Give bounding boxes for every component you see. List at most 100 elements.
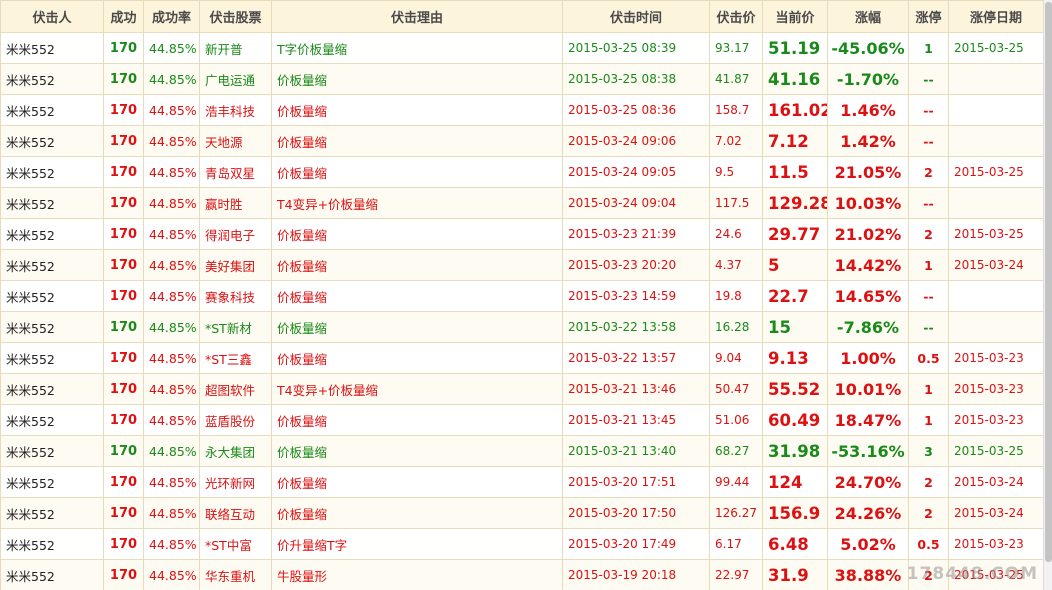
cell-success-rate: 44.85%	[143, 311, 200, 343]
cell-change: -1.70%	[827, 63, 909, 95]
cell-success-rate: 44.85%	[143, 404, 200, 436]
vertical-scrollbar[interactable]	[1043, 0, 1052, 590]
cell-ambush-price: 158.7	[709, 94, 763, 126]
cell-current-price: 124	[762, 466, 828, 498]
cell-stock[interactable]: *ST三鑫	[199, 342, 272, 374]
cell-user[interactable]: 米米552	[0, 466, 104, 498]
cell-time: 2015-03-23 14:59	[562, 280, 710, 312]
cell-stock[interactable]: 光环新网	[199, 466, 272, 498]
cell-stock[interactable]: 新开普	[199, 32, 272, 64]
table-row[interactable]: 米米552 170 44.85% 美好集团 价板量缩 2015-03-23 20:20 4.…	[0, 249, 1044, 281]
cell-limit-up-date: 2015-03-23	[948, 528, 1044, 560]
cell-user[interactable]: 米米552	[0, 187, 104, 219]
scrollbar-thumb[interactable]	[1045, 2, 1052, 562]
cell-stock[interactable]: 超图软件	[199, 373, 272, 405]
cell-success-count: 170	[103, 373, 144, 405]
header-limit-up-date[interactable]: 涨停日期	[948, 0, 1044, 33]
cell-time: 2015-03-24 09:06	[562, 125, 710, 157]
cell-change: -45.06%	[827, 32, 909, 64]
cell-stock[interactable]: *ST新材	[199, 311, 272, 343]
cell-stock[interactable]: 得润电子	[199, 218, 272, 250]
table-row[interactable]: 米米552 170 44.85% 蓝盾股份 价板量缩 2015-03-21 13:45 51…	[0, 404, 1044, 436]
cell-stock[interactable]: 美好集团	[199, 249, 272, 281]
table-row[interactable]: 米米552 170 44.85% 赢时胜 T4变异+价板量缩 2015-03-24 09:…	[0, 187, 1044, 219]
table-row[interactable]: 米米552 170 44.85% 天地源 价板量缩 2015-03-24 09:06 7.0…	[0, 125, 1044, 157]
cell-stock[interactable]: 永大集团	[199, 435, 272, 467]
cell-success-rate: 44.85%	[143, 373, 200, 405]
header-change[interactable]: 涨幅	[827, 0, 909, 33]
cell-current-price: 161.02	[762, 94, 828, 126]
ambush-records-table: 伏击人 成功 成功率 伏击股票 伏击理由 伏击时间 伏击价 当前价 涨幅 涨停 …	[0, 0, 1044, 590]
header-success[interactable]: 成功	[103, 0, 144, 33]
cell-change: 21.02%	[827, 218, 909, 250]
table-row[interactable]: 米米552 170 44.85% 青岛双星 价板量缩 2015-03-24 09:05 9.…	[0, 156, 1044, 188]
table-row[interactable]: 米米552 170 44.85% 广电运通 价板量缩 2015-03-25 08:38 41…	[0, 63, 1044, 95]
cell-stock[interactable]: 联络互动	[199, 497, 272, 529]
cell-stock[interactable]: 浩丰科技	[199, 94, 272, 126]
cell-time: 2015-03-21 13:40	[562, 435, 710, 467]
cell-change: 38.88%	[827, 559, 909, 590]
cell-stock[interactable]: 蓝盾股份	[199, 404, 272, 436]
table-row[interactable]: 米米552 170 44.85% 浩丰科技 价板量缩 2015-03-25 08:36 15…	[0, 94, 1044, 126]
table-row[interactable]: 米米552 170 44.85% 得润电子 价板量缩 2015-03-23 21:39 24…	[0, 218, 1044, 250]
cell-limit-up: --	[908, 125, 949, 157]
cell-current-price: 6.48	[762, 528, 828, 560]
table-row[interactable]: 米米552 170 44.85% *ST三鑫 价板量缩 2015-03-22 13:57 9…	[0, 342, 1044, 374]
cell-change: 21.05%	[827, 156, 909, 188]
cell-change: 5.02%	[827, 528, 909, 560]
cell-change: 10.01%	[827, 373, 909, 405]
cell-reason: 价板量缩	[271, 125, 563, 157]
table-row[interactable]: 米米552 170 44.85% *ST中富 价升量缩T字 2015-03-20 17:4…	[0, 528, 1044, 560]
cell-current-price: 7.12	[762, 125, 828, 157]
cell-user[interactable]: 米米552	[0, 32, 104, 64]
cell-user[interactable]: 米米552	[0, 249, 104, 281]
header-time[interactable]: 伏击时间	[562, 0, 710, 33]
cell-reason: T4变异+价板量缩	[271, 373, 563, 405]
cell-user[interactable]: 米米552	[0, 125, 104, 157]
table-row[interactable]: 米米552 170 44.85% 光环新网 价板量缩 2015-03-20 17:51 99…	[0, 466, 1044, 498]
header-ambush-price[interactable]: 伏击价	[709, 0, 763, 33]
cell-user[interactable]: 米米552	[0, 280, 104, 312]
cell-user[interactable]: 米米552	[0, 218, 104, 250]
cell-user[interactable]: 米米552	[0, 497, 104, 529]
cell-user[interactable]: 米米552	[0, 528, 104, 560]
header-current-price[interactable]: 当前价	[762, 0, 828, 33]
cell-change: -7.86%	[827, 311, 909, 343]
cell-success-rate: 44.85%	[143, 63, 200, 95]
cell-user[interactable]: 米米552	[0, 94, 104, 126]
table-row[interactable]: 米米552 170 44.85% *ST新材 价板量缩 2015-03-22 13:58 1…	[0, 311, 1044, 343]
table-row[interactable]: 米米552 170 44.85% 永大集团 价板量缩 2015-03-21 13:40 68…	[0, 435, 1044, 467]
cell-stock[interactable]: 华东重机	[199, 559, 272, 590]
table-row[interactable]: 米米552 170 44.85% 新开普 T字价板量缩 2015-03-25 08:39 9…	[0, 32, 1044, 64]
cell-stock[interactable]: 天地源	[199, 125, 272, 157]
cell-stock[interactable]: 广电运通	[199, 63, 272, 95]
header-user[interactable]: 伏击人	[0, 0, 104, 33]
cell-user[interactable]: 米米552	[0, 342, 104, 374]
cell-reason: 价板量缩	[271, 466, 563, 498]
cell-user[interactable]: 米米552	[0, 435, 104, 467]
table-row[interactable]: 米米552 170 44.85% 联络互动 价板量缩 2015-03-20 17:50 12…	[0, 497, 1044, 529]
header-limit-up[interactable]: 涨停	[908, 0, 949, 33]
cell-user[interactable]: 米米552	[0, 156, 104, 188]
cell-limit-up-date: 2015-03-24	[948, 497, 1044, 529]
table-row[interactable]: 米米552 170 44.85% 华东重机 牛股量形 2015-03-19 20:18 22…	[0, 559, 1044, 590]
cell-user[interactable]: 米米552	[0, 63, 104, 95]
header-success-rate[interactable]: 成功率	[143, 0, 200, 33]
cell-change: 18.47%	[827, 404, 909, 436]
cell-user[interactable]: 米米552	[0, 404, 104, 436]
cell-stock[interactable]: *ST中富	[199, 528, 272, 560]
cell-success-rate: 44.85%	[143, 218, 200, 250]
cell-user[interactable]: 米米552	[0, 559, 104, 590]
cell-user[interactable]: 米米552	[0, 373, 104, 405]
cell-stock[interactable]: 赢时胜	[199, 187, 272, 219]
cell-ambush-price: 4.37	[709, 249, 763, 281]
cell-current-price: 9.13	[762, 342, 828, 374]
cell-user[interactable]: 米米552	[0, 311, 104, 343]
header-reason[interactable]: 伏击理由	[271, 0, 563, 33]
header-stock[interactable]: 伏击股票	[199, 0, 272, 33]
cell-limit-up-date: 2015-03-23	[948, 342, 1044, 374]
table-row[interactable]: 米米552 170 44.85% 超图软件 T4变异+价板量缩 2015-03-21 13…	[0, 373, 1044, 405]
table-row[interactable]: 米米552 170 44.85% 赛象科技 价板量缩 2015-03-23 14:59 19…	[0, 280, 1044, 312]
cell-stock[interactable]: 青岛双星	[199, 156, 272, 188]
cell-stock[interactable]: 赛象科技	[199, 280, 272, 312]
